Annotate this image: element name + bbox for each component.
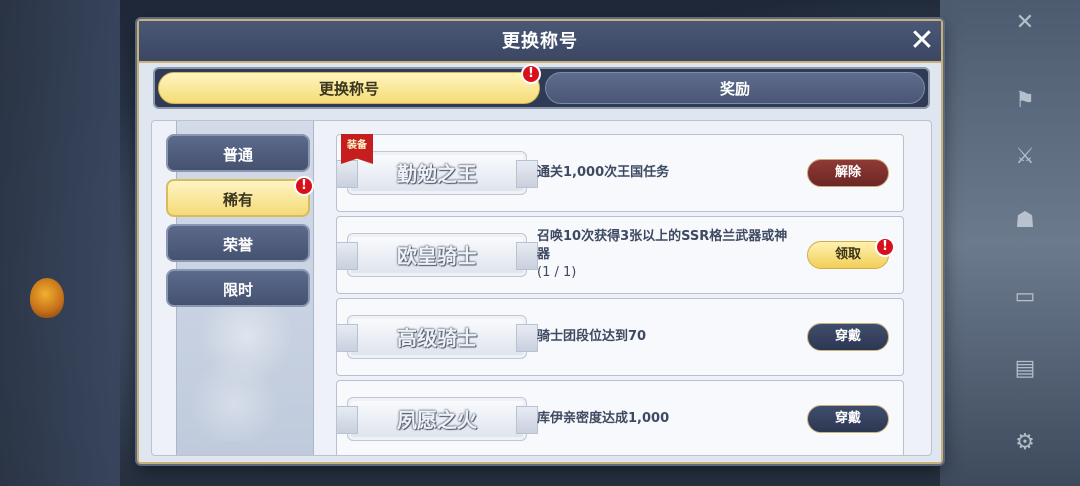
title-condition: 骑士团段位达到70 bbox=[537, 299, 797, 375]
dialog-title: 更换称号 bbox=[502, 31, 578, 52]
wear-button[interactable]: 穿戴 bbox=[807, 405, 889, 433]
bag-icon[interactable]: ☗ bbox=[1010, 206, 1040, 236]
tab-label: 奖励 bbox=[719, 80, 750, 98]
alert-badge-icon: ! bbox=[521, 64, 541, 84]
category-honor[interactable]: 荣誉 bbox=[166, 224, 310, 262]
title-row: 高级骑士 骑士团段位达到70 穿戴 bbox=[336, 298, 904, 376]
title-name: 夙愿之火 bbox=[397, 408, 477, 432]
change-title-dialog: 更换称号 ✕ 更换称号 奖励 ! 普通 稀有 ! 荣誉 限时 勤勉之王 装备 通… bbox=[137, 19, 943, 464]
close-side-icon[interactable]: ✕ bbox=[1010, 8, 1040, 38]
pet-character[interactable] bbox=[30, 278, 64, 318]
title-condition: 召唤10次获得3张以上的SSR格兰武器或神器 (1 / 1) bbox=[537, 217, 797, 293]
title-name: 欧皇骑士 bbox=[397, 244, 477, 268]
condition-text: 通关1,000次王国任务 bbox=[537, 165, 670, 180]
title-name: 勤勉之王 bbox=[397, 162, 477, 186]
flag-icon[interactable]: ⚑ bbox=[1010, 86, 1040, 116]
category-limited[interactable]: 限时 bbox=[166, 269, 310, 307]
condition-text: 召唤10次获得3张以上的SSR格兰武器或神器 bbox=[537, 229, 788, 262]
title-condition: 通关1,000次王国任务 bbox=[537, 135, 797, 211]
alert-badge-icon: ! bbox=[875, 237, 895, 257]
alert-badge-icon: ! bbox=[294, 176, 314, 196]
tab-rewards[interactable]: 奖励 bbox=[545, 72, 925, 104]
content-panel: 普通 稀有 ! 荣誉 限时 勤勉之王 装备 通关1,000次王国任务 解除 欧皇… bbox=[151, 120, 932, 456]
book-icon[interactable]: ▤ bbox=[1010, 354, 1040, 384]
title-row: 欧皇骑士 召唤10次获得3张以上的SSR格兰武器或神器 (1 / 1) 领取 ! bbox=[336, 216, 904, 294]
title-plaque: 高级骑士 bbox=[336, 315, 538, 359]
background-tower bbox=[0, 0, 120, 486]
category-label: 普通 bbox=[222, 146, 253, 164]
title-plaque: 欧皇骑士 bbox=[336, 233, 538, 277]
ticket-icon[interactable]: ▭ bbox=[1010, 282, 1040, 312]
background-right-scene bbox=[940, 0, 1080, 486]
title-row: 夙愿之火 库伊亲密度达成1,000 穿戴 bbox=[336, 380, 904, 455]
tab-bar: 更换称号 奖励 bbox=[153, 67, 930, 109]
close-icon[interactable]: ✕ bbox=[907, 26, 937, 57]
swords-icon[interactable]: ⚔ bbox=[1010, 142, 1040, 172]
category-label: 稀有 bbox=[222, 191, 253, 209]
unequip-button[interactable]: 解除 bbox=[807, 159, 889, 187]
wear-button[interactable]: 穿戴 bbox=[807, 323, 889, 351]
title-row: 勤勉之王 装备 通关1,000次王国任务 解除 bbox=[336, 134, 904, 212]
category-normal[interactable]: 普通 bbox=[166, 134, 310, 172]
title-plaque: 勤勉之王 bbox=[336, 151, 538, 195]
category-label: 荣誉 bbox=[222, 236, 253, 254]
settings-gear-icon[interactable]: ⚙ bbox=[1010, 428, 1040, 458]
title-plaque: 夙愿之火 bbox=[336, 397, 538, 441]
title-condition: 库伊亲密度达成1,000 bbox=[537, 381, 797, 455]
condition-text: 骑士团段位达到70 bbox=[537, 329, 647, 344]
tab-change-title[interactable]: 更换称号 bbox=[158, 72, 540, 104]
category-rare[interactable]: 稀有 bbox=[166, 179, 310, 217]
tab-label: 更换称号 bbox=[318, 80, 379, 98]
decorative-ornament bbox=[187, 291, 305, 441]
progress-text: (1 / 1) bbox=[537, 265, 577, 280]
category-label: 限时 bbox=[222, 281, 253, 299]
condition-text: 库伊亲密度达成1,000 bbox=[537, 411, 670, 426]
title-name: 高级骑士 bbox=[397, 326, 477, 350]
